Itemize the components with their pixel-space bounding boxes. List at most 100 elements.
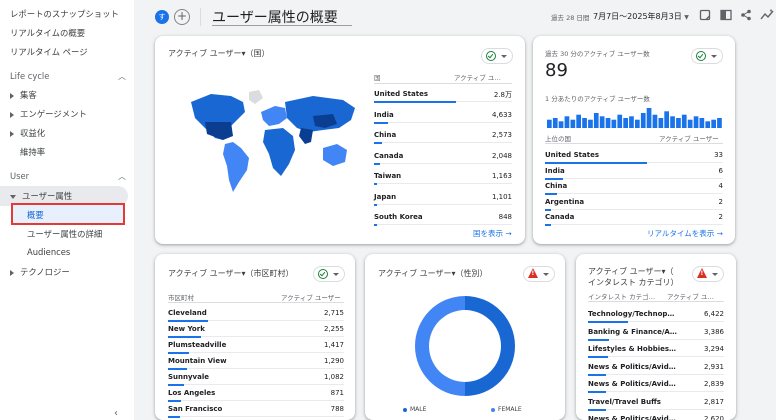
minute-bar[interactable]: [670, 116, 675, 128]
sidebar-item-acquisition[interactable]: 集客: [10, 89, 37, 101]
row-value: 6: [718, 166, 723, 175]
table-row[interactable]: Mountain View 1,290: [168, 357, 344, 373]
table-row[interactable]: News & Politics/Avid… 2,931: [588, 363, 724, 381]
map-south-america[interactable]: [223, 142, 249, 192]
minute-bar[interactable]: [699, 118, 705, 128]
sidebar-item-demographic-details[interactable]: ユーザー属性の詳細: [27, 228, 102, 240]
map-greenland[interactable]: [249, 90, 263, 104]
minute-bar[interactable]: [717, 118, 722, 128]
avatar[interactable]: す: [155, 10, 169, 24]
sidebar-section-lifecycle[interactable]: Life cycle ︿: [10, 71, 126, 82]
status-button[interactable]: [481, 48, 513, 64]
card-title[interactable]: アクティブ ユーザー▾（性別）: [378, 268, 488, 279]
view-realtime-link[interactable]: リアルタイムを表示 →: [647, 228, 723, 239]
minute-bar[interactable]: [547, 119, 552, 128]
table-row[interactable]: Taiwan 1,163: [374, 172, 512, 193]
sidebar-item-demographics[interactable]: ユーザー属性: [10, 190, 72, 202]
status-button[interactable]: [691, 48, 723, 64]
table-row[interactable]: Los Angeles 871: [168, 389, 344, 405]
minute-bar[interactable]: [617, 114, 623, 128]
share-icon[interactable]: [739, 9, 753, 23]
minute-bar[interactable]: [576, 114, 581, 128]
add-comparison-button[interactable]: +: [174, 9, 190, 25]
table-row[interactable]: Canada 2: [545, 213, 723, 229]
sidebar-item-realtime-pages[interactable]: リアルタイム ページ: [10, 46, 88, 58]
status-button[interactable]: [313, 266, 345, 282]
minute-bar[interactable]: [629, 116, 634, 128]
sidebar-item-snapshot[interactable]: レポートのスナップショット: [10, 8, 119, 20]
card-title-line2[interactable]: インタレスト カテゴリ）: [588, 277, 679, 288]
sidebar-item-monetization[interactable]: 収益化: [10, 127, 45, 139]
minute-bar[interactable]: [552, 118, 558, 128]
date-range-picker[interactable]: 7月7日～2025年8月3日 ▼: [593, 11, 689, 22]
table-row[interactable]: United States 2.8万: [374, 90, 512, 111]
minute-bar[interactable]: [593, 113, 599, 128]
minute-bar[interactable]: [711, 119, 716, 128]
table-row[interactable]: San Francisco 788: [168, 405, 344, 420]
minute-bar[interactable]: [605, 118, 611, 128]
minute-bar[interactable]: [611, 119, 617, 128]
minute-bar[interactable]: [564, 116, 570, 128]
table-row[interactable]: India 6: [545, 167, 723, 183]
table-row[interactable]: Plumsteadville 1,417: [168, 341, 344, 357]
table-row[interactable]: Cleveland 2,715: [168, 309, 344, 325]
table-row[interactable]: Sunnyvale 1,082: [168, 373, 344, 389]
map-usa[interactable]: [205, 122, 233, 140]
view-countries-link[interactable]: 国を表示 →: [473, 228, 512, 239]
minute-bar[interactable]: [640, 113, 646, 128]
table-row[interactable]: Argentina 2: [545, 198, 723, 214]
minute-bar[interactable]: [687, 119, 693, 128]
map-australia[interactable]: [323, 144, 347, 166]
table-row[interactable]: United States 33: [545, 151, 723, 167]
minute-bar[interactable]: [705, 121, 711, 128]
minute-bar[interactable]: [558, 121, 564, 128]
collapse-sidebar-icon[interactable]: ‹: [114, 408, 118, 419]
table-row[interactable]: Travel/Travel Buffs 2,817: [588, 398, 724, 416]
minute-bar[interactable]: [582, 118, 587, 128]
minute-bar[interactable]: [635, 119, 640, 128]
minute-bar[interactable]: [658, 118, 664, 128]
card-title[interactable]: アクティブ ユーザー▾（国）: [168, 48, 270, 59]
sidebar-item-retention[interactable]: 維持率: [20, 146, 45, 158]
minute-bar[interactable]: [623, 118, 628, 128]
map-africa[interactable]: [263, 128, 295, 176]
status-button[interactable]: [523, 266, 555, 282]
minute-bar[interactable]: [693, 116, 699, 128]
sidebar-item-engagement[interactable]: エンゲージメント: [10, 108, 87, 120]
sidebar-item-realtime-overview[interactable]: リアルタイムの概要: [10, 27, 85, 39]
minute-bar[interactable]: [646, 108, 652, 128]
table-row[interactable]: China 2,573: [374, 131, 512, 152]
insights-icon[interactable]: [760, 9, 774, 23]
table-row[interactable]: India 4,633: [374, 111, 512, 132]
sidebar-item-technology[interactable]: テクノロジー: [10, 266, 70, 278]
report-icon[interactable]: [698, 9, 712, 23]
donut-slice[interactable]: [415, 296, 465, 396]
table-row[interactable]: News & Politics/Avid… 2,620: [588, 415, 724, 420]
table-row[interactable]: News & Politics/Avid… 2,839: [588, 380, 724, 398]
table-row[interactable]: China 4: [545, 182, 723, 198]
minute-bar[interactable]: [676, 118, 681, 128]
sidebar-item-audiences[interactable]: Audiences: [27, 247, 70, 257]
map-india[interactable]: [299, 128, 313, 144]
compare-icon[interactable]: [719, 9, 733, 23]
minute-bar[interactable]: [588, 119, 593, 128]
table-row[interactable]: Lifestyles & Hobbies… 3,294: [588, 345, 724, 363]
table-row[interactable]: Technology/Technop… 6,422: [588, 310, 724, 328]
status-button[interactable]: [692, 266, 724, 282]
world-map[interactable]: [183, 88, 363, 208]
table-row[interactable]: Canada 2,048: [374, 152, 512, 173]
card-title[interactable]: アクティブ ユーザー▾（: [588, 266, 674, 277]
minute-bar[interactable]: [599, 116, 605, 128]
minute-bar[interactable]: [570, 119, 576, 128]
gender-donut-chart[interactable]: [413, 294, 517, 398]
sidebar-section-user[interactable]: User ︿: [10, 171, 126, 182]
card-title[interactable]: アクティブ ユーザー▾（市区町村）: [168, 268, 294, 279]
minute-bar[interactable]: [681, 114, 687, 128]
donut-slice[interactable]: [465, 296, 515, 396]
minute-bar[interactable]: [664, 111, 669, 128]
table-row[interactable]: New York 2,255: [168, 325, 344, 341]
table-row[interactable]: Banking & Finance/A… 3,386: [588, 328, 724, 346]
table-row[interactable]: Japan 1,101: [374, 193, 512, 214]
map-europe[interactable]: [261, 106, 287, 126]
minute-bar[interactable]: [652, 114, 658, 128]
